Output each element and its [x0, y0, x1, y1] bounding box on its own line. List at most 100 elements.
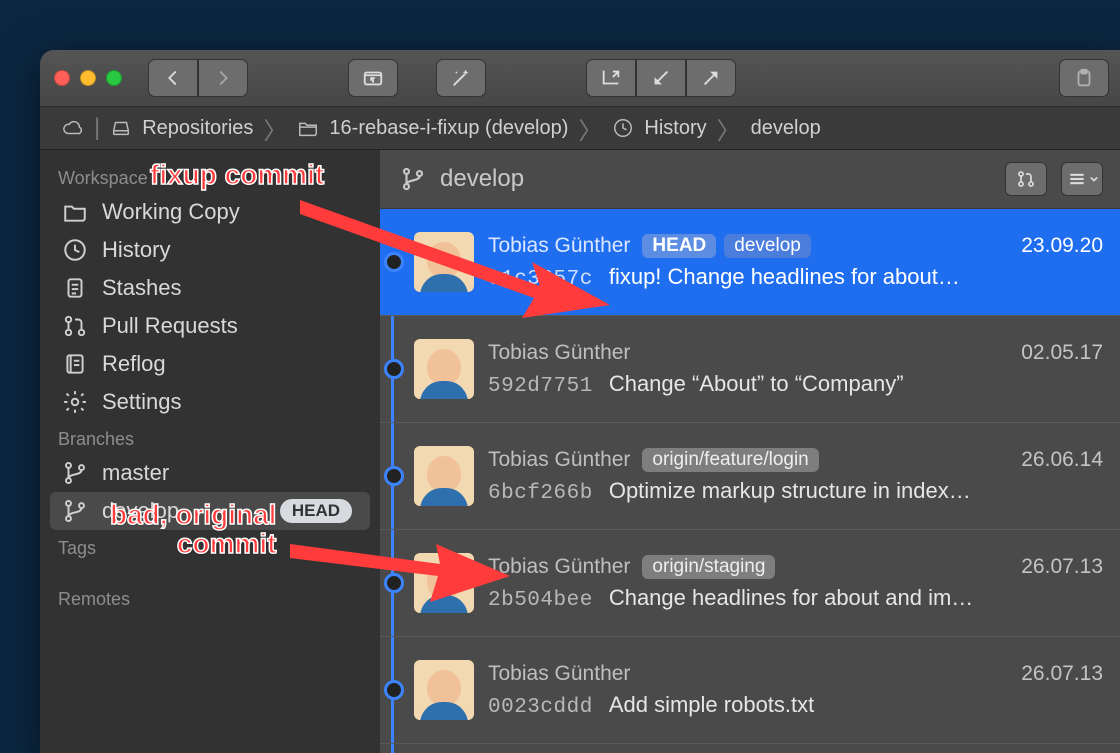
- clock-icon: [612, 117, 634, 139]
- crumb-repositories-label: Repositories: [142, 117, 253, 140]
- compare-button[interactable]: [1005, 162, 1047, 196]
- sidebar-item-reflog[interactable]: Reflog: [40, 345, 380, 383]
- ref-chip[interactable]: origin/feature/login: [642, 448, 818, 472]
- commit-author: Tobias Günther: [488, 555, 630, 579]
- nav-back-button[interactable]: [148, 59, 198, 97]
- commit-row[interactable]: Tobias Güntherorigin/feature/login26.06.…: [380, 423, 1120, 530]
- fetch-icon: [600, 67, 622, 89]
- reflog-icon: [62, 351, 88, 377]
- commit-message: Add simple robots.txt: [609, 692, 1103, 718]
- sidebar-item-stashes[interactable]: Stashes: [40, 269, 380, 307]
- fetch-button[interactable]: [586, 59, 636, 97]
- commit-hash: 0023cddd: [488, 696, 593, 719]
- sidebar-item-working-copy[interactable]: Working Copy: [40, 193, 380, 231]
- commit-author: Tobias Günther: [488, 448, 630, 472]
- sidebar-branch-develop[interactable]: develop HEAD: [50, 492, 370, 530]
- avatar: [414, 232, 474, 292]
- gear-icon: [62, 389, 88, 415]
- commit-date: 23.09.20: [1021, 234, 1103, 258]
- commit-row[interactable]: Tobias Günther HEAD develop 23.09.20 01c3657…: [380, 209, 1120, 316]
- crumb-repo[interactable]: 16-rebase-i-fixup (develop): [289, 117, 576, 140]
- graph-node: [380, 538, 408, 628]
- sidebar-section-remotes: Remotes: [40, 581, 380, 614]
- folder-open-icon: [362, 67, 384, 89]
- clipboard-icon: [62, 275, 88, 301]
- sidebar-item-history[interactable]: History: [40, 231, 380, 269]
- commit-date: 02.05.17: [1021, 341, 1103, 365]
- sidebar-item-pull-requests[interactable]: Pull Requests: [40, 307, 380, 345]
- commit-message: Change headlines for about and im…: [609, 585, 1103, 611]
- commit-message: fixup! Change headlines for about…: [609, 264, 1103, 290]
- crumb-ref-label: develop: [751, 117, 821, 140]
- branch-icon: [400, 166, 426, 192]
- sidebar-section-branches: Branches: [40, 421, 380, 454]
- graph-node: [380, 645, 408, 735]
- commit-list[interactable]: Tobias Günther HEAD develop 23.09.20 01c3657…: [380, 209, 1120, 753]
- nav-group: [148, 59, 248, 97]
- breadcrumb: | Repositories 〉 16-rebase-i-fixup (deve…: [40, 107, 1120, 150]
- ref-chip[interactable]: HEAD: [642, 234, 716, 258]
- folder-icon: [62, 199, 88, 225]
- commit-date: 26.07.13: [1021, 555, 1103, 579]
- sidebar-branch-master[interactable]: master: [40, 454, 380, 492]
- commit-author: Tobias Günther: [488, 234, 630, 258]
- zoom-window-button[interactable]: [106, 70, 122, 86]
- commit-date: 26.07.13: [1021, 662, 1103, 686]
- stash-button[interactable]: [1059, 59, 1109, 97]
- commit-hash: 2b504bee: [488, 589, 593, 612]
- clock-icon: [62, 237, 88, 263]
- commit-message: Optimize markup structure in index…: [609, 478, 1103, 504]
- commit-row[interactable]: Tobias Günther: [380, 744, 1120, 753]
- commit-row[interactable]: Tobias Günther 26.07.13 0023cddd Add simple…: [380, 637, 1120, 744]
- content-title: develop: [440, 165, 524, 193]
- crumb-ref[interactable]: develop: [743, 117, 829, 140]
- ref-chip[interactable]: develop: [724, 234, 811, 258]
- push-button[interactable]: [686, 59, 736, 97]
- commit-row[interactable]: Tobias Günther02.05.17592d7751Change “Ab…: [380, 316, 1120, 423]
- graph-node: [380, 324, 408, 414]
- sidebar-item-settings[interactable]: Settings: [40, 383, 380, 421]
- magic-button[interactable]: [436, 59, 486, 97]
- pull-request-icon: [62, 313, 88, 339]
- commit-row[interactable]: Tobias Günther origin/staging 26.07.13 2b50…: [380, 530, 1120, 637]
- close-window-button[interactable]: [54, 70, 70, 86]
- app-window: | Repositories 〉 16-rebase-i-fixup (deve…: [40, 50, 1120, 753]
- view-options-button[interactable]: [1061, 162, 1103, 196]
- chevron-down-icon: [1090, 175, 1098, 183]
- sidebar: Workspace Working Copy History Stashes P…: [40, 150, 380, 753]
- graph-node: [380, 217, 408, 307]
- commit-message: Change “About” to “Company”: [609, 371, 1103, 397]
- minimize-window-button[interactable]: [80, 70, 96, 86]
- head-chip: HEAD: [280, 499, 352, 523]
- branch-icon: [62, 460, 88, 486]
- graph-node: [380, 431, 408, 521]
- clipboard-icon: [1073, 67, 1095, 89]
- disk-icon: [110, 117, 132, 139]
- commit-hash: 01c3657c: [488, 268, 593, 291]
- cloud-icon: [62, 117, 84, 139]
- hamburger-icon: [1067, 169, 1087, 189]
- commit-hash: 592d7751: [488, 375, 593, 398]
- pull-button[interactable]: [636, 59, 686, 97]
- sidebar-section-tags: Tags: [40, 530, 380, 563]
- avatar: [414, 339, 474, 399]
- chevron-right-icon: [212, 67, 234, 89]
- magic-wand-icon: [450, 67, 472, 89]
- branch-icon: [62, 498, 88, 524]
- push-icon: [700, 67, 722, 89]
- avatar: [414, 446, 474, 506]
- open-folder-button[interactable]: [348, 59, 398, 97]
- crumb-divider: |: [94, 114, 100, 142]
- crumb-history[interactable]: History: [604, 117, 714, 140]
- crumb-repo-label: 16-rebase-i-fixup (develop): [329, 117, 568, 140]
- commit-author: Tobias Günther: [488, 662, 630, 686]
- ref-chip[interactable]: origin/staging: [642, 555, 775, 579]
- pull-icon: [650, 67, 672, 89]
- avatar: [414, 660, 474, 720]
- window-controls: [54, 70, 122, 86]
- nav-forward-button[interactable]: [198, 59, 248, 97]
- content-header: develop: [380, 150, 1120, 209]
- commit-hash: 6bcf266b: [488, 482, 593, 505]
- crumb-cloud[interactable]: [54, 117, 92, 139]
- crumb-repositories[interactable]: Repositories: [102, 117, 261, 140]
